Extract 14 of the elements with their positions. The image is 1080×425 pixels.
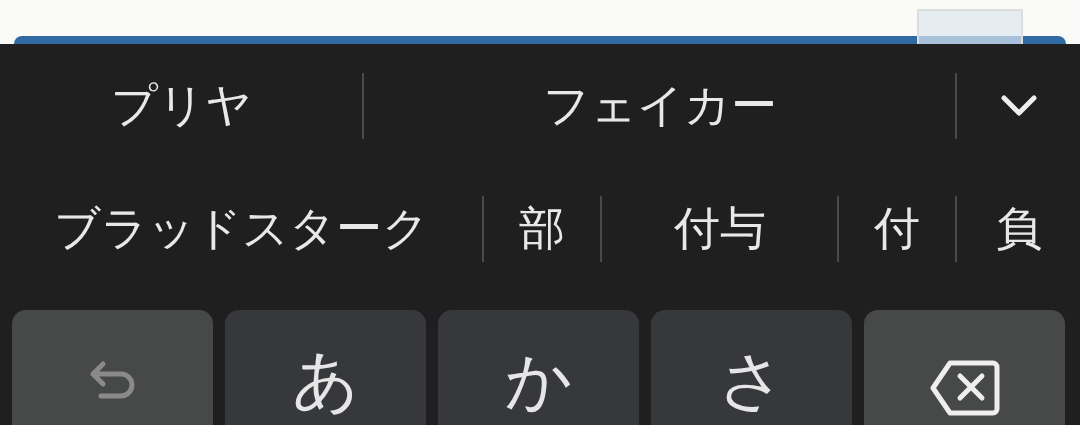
key[interactable]: さ [651, 310, 852, 425]
candidate[interactable]: 付与 [673, 198, 766, 260]
candidate[interactable]: 付 [874, 198, 920, 260]
suggestion[interactable]: フェイカー [542, 75, 777, 137]
key[interactable]: あ [225, 310, 426, 425]
key[interactable]: か [438, 310, 639, 425]
candidate[interactable]: ブラッドスターク [53, 198, 429, 260]
backspace-icon [929, 360, 1000, 416]
chevron-icon [1000, 95, 1037, 117]
backspace-key[interactable] [864, 310, 1065, 425]
candidate[interactable]: 負 [995, 198, 1042, 260]
suggestion[interactable]: プリヤ [110, 75, 252, 137]
candidate[interactable]: 部 [519, 198, 565, 260]
undo-key[interactable] [12, 310, 213, 425]
